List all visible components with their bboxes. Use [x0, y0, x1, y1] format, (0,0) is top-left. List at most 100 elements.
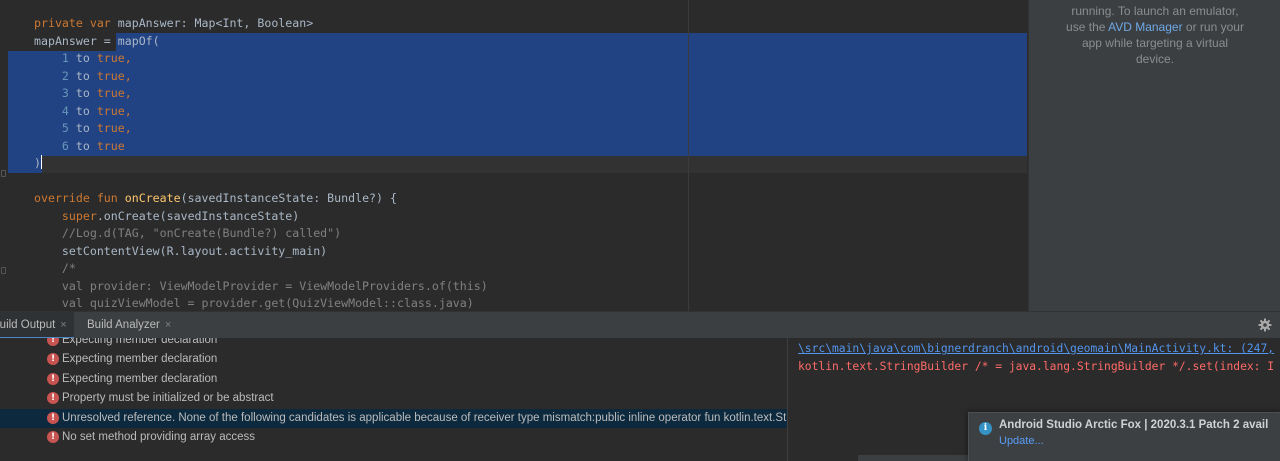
text-caret	[40, 155, 42, 169]
build-error-row[interactable]: ! Expecting member declaration	[0, 338, 787, 350]
error-icon: !	[47, 373, 59, 385]
code-line[interactable]: override fun onCreate(savedInstanceState…	[34, 190, 488, 208]
code-token: 1	[61, 51, 69, 65]
code-token: true	[96, 103, 125, 118]
fold-marker-icon[interactable]	[1, 267, 6, 274]
code-token: mapAnswer: Map<Int, Boolean>	[117, 16, 314, 30]
build-error-text: Unresolved reference. None of the follow…	[62, 412, 787, 424]
error-icon: !	[47, 353, 59, 365]
build-error-text: No set method providing array access	[62, 431, 256, 443]
code-token: onCreate	[124, 191, 181, 205]
code-token: mapAnswer =	[34, 33, 118, 48]
code-token: true	[96, 68, 125, 83]
code-line[interactable]: val provider: ViewModelProvider = ViewMo…	[34, 278, 488, 296]
build-error-text: Expecting member declaration	[62, 353, 218, 365]
code-token: to	[68, 121, 97, 135]
code-line[interactable]: 1 to true,	[34, 50, 488, 68]
code-token: setContentView(R.layout.activity_main)	[34, 243, 328, 258]
code-editor[interactable]: private var mapAnswer: Map<Int, Boolean>…	[0, 0, 1028, 311]
close-icon[interactable]: ×	[165, 319, 171, 331]
error-icon: !	[47, 412, 59, 424]
code-line[interactable]: mapAnswer = mapOf(	[34, 33, 488, 51]
code-token: to	[68, 103, 97, 118]
code-line[interactable]: private var mapAnswer: Map<Int, Boolean>	[34, 15, 488, 33]
build-output-tree[interactable]: ! Expecting member declaration! Expecting …	[0, 338, 787, 461]
info-icon: i	[979, 422, 992, 435]
code-line[interactable]: 2 to true,	[34, 68, 488, 86]
update-notification[interactable]: i Android Studio Arctic Fox | 2020.3.1 P…	[968, 412, 1280, 461]
code-lines[interactable]: private var mapAnswer: Map<Int, Boolean>…	[34, 15, 488, 311]
code-line[interactable]: 5 to true,	[34, 120, 488, 138]
emulator-message-line: app while targeting a virtual	[1081, 36, 1229, 50]
tab-build-output[interactable]: Build Output ×	[0, 312, 74, 339]
error-source-link[interactable]: \src\main\java\com\bignerdranch\android\…	[798, 340, 1274, 358]
code-token: to	[68, 138, 97, 153]
editor-gutter	[0, 0, 8, 311]
code-token: super	[61, 208, 97, 223]
build-error-row[interactable]: ! Property must be initialized or be abst…	[0, 389, 787, 408]
code-token: to	[68, 51, 97, 65]
code-token: ,	[124, 68, 132, 83]
emulator-message: running. To launch an emulator, use the …	[1037, 3, 1273, 67]
close-icon[interactable]: ×	[60, 319, 66, 331]
update-link[interactable]: Update...	[999, 435, 1044, 447]
code-token: 5	[61, 121, 69, 135]
error-message-text: kotlin.text.StringBuilder /* = java.lang…	[798, 360, 1275, 373]
code-token: true	[96, 51, 125, 65]
code-line[interactable]: /*	[34, 260, 488, 278]
tab-label: Build Output	[0, 319, 56, 331]
code-line[interactable]: //Log.d(TAG, "onCreate(Bundle?) called")	[34, 225, 488, 243]
emulator-panel: running. To launch an emulator, use the …	[1028, 0, 1280, 311]
code-token: ,	[124, 86, 132, 100]
code-token: val provider: ViewModelProvider = ViewMo…	[34, 278, 488, 293]
code-line[interactable]: 6 to true	[34, 138, 488, 156]
code-token: )	[34, 156, 41, 170]
code-token: 3	[61, 86, 69, 100]
code-token: private var	[34, 16, 118, 30]
build-tool-window-header: Build Output × Build Analyzer ×	[0, 311, 1280, 339]
code-line[interactable]: )	[34, 155, 488, 173]
code-token: (savedInstanceState: Bundle?) {	[180, 191, 397, 205]
code-token: /*	[61, 261, 76, 275]
error-icon: !	[47, 338, 59, 346]
code-token: to	[68, 86, 97, 100]
settings-gear-icon[interactable]	[1258, 318, 1272, 332]
build-error-row[interactable]: ! Expecting member declaration	[0, 370, 787, 389]
error-icon: !	[47, 392, 59, 404]
code-token: //Log.d(TAG, "onCreate(Bundle?) called")	[61, 226, 342, 240]
build-error-text: Expecting member declaration	[62, 373, 218, 385]
code-line[interactable]: super.onCreate(savedInstanceState)	[34, 208, 488, 226]
build-error-row[interactable]: ! No set method providing array access	[0, 428, 787, 447]
code-line[interactable]: val quizViewModel = provider.get(QuizVie…	[34, 295, 488, 311]
emulator-message-line: device.	[1135, 52, 1175, 66]
code-line[interactable]: setContentView(R.layout.activity_main)	[34, 243, 488, 261]
tab-build-analyzer[interactable]: Build Analyzer ×	[87, 312, 171, 339]
code-line[interactable]: 3 to true,	[34, 85, 488, 103]
emulator-message-line: running. To launch an emulator,	[1071, 4, 1239, 18]
code-token: override fun	[34, 191, 125, 205]
build-error-row[interactable]: ! Expecting member declaration	[0, 350, 787, 369]
tab-label: Build Analyzer	[87, 319, 160, 331]
build-error-row[interactable]: ! Unresolved reference. None of the follo…	[0, 409, 787, 428]
build-error-text: Expecting member declaration	[62, 338, 218, 346]
avd-manager-link[interactable]: AVD Manager	[1108, 20, 1182, 34]
code-token: ,	[124, 103, 132, 118]
code-token: true	[96, 121, 125, 135]
build-error-text: Property must be initialized or be abstr…	[62, 392, 274, 404]
emulator-message-text: or run your	[1182, 20, 1244, 34]
code-token: val quizViewModel = provider.get(QuizVie…	[34, 296, 474, 310]
code-line[interactable]: 4 to true,	[34, 103, 488, 121]
code-token: mapOf(	[117, 33, 160, 48]
fold-marker-icon[interactable]	[1, 170, 6, 177]
code-token: ,	[124, 51, 132, 65]
code-token: true	[96, 138, 125, 153]
error-icon: !	[47, 431, 59, 443]
code-line[interactable]	[34, 173, 488, 191]
